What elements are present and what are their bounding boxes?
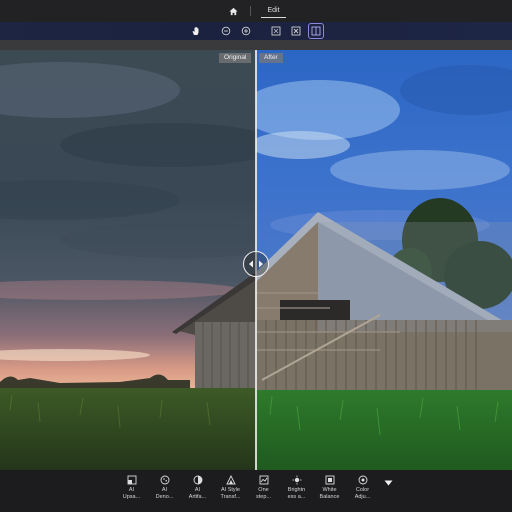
nav-separator: [250, 6, 252, 16]
tool-white-balance[interactable]: White Balance: [315, 475, 344, 500]
style-transfer-icon: [225, 475, 236, 485]
hand-icon[interactable]: [189, 24, 203, 38]
compare-slider-handle[interactable]: [243, 251, 269, 277]
drag-arrows-icon: [249, 260, 263, 268]
color-adjust-icon: [358, 475, 368, 485]
zoom-out-icon[interactable]: [219, 24, 233, 38]
tool-ai-upscale[interactable]: AI Upsa...: [117, 475, 146, 500]
tool-color-adjust[interactable]: Color Adju...: [348, 475, 377, 500]
ai-tools-bar: AI Upsa... AI Deno... AI Artifa... AI St…: [0, 470, 512, 512]
after-label: After: [259, 53, 283, 63]
canvas-header-strip: [0, 40, 512, 50]
view-toolbar: [0, 22, 512, 40]
zoom-in-icon[interactable]: [239, 24, 253, 38]
fit-screen-icon[interactable]: [269, 24, 283, 38]
tool-ai-denoise[interactable]: AI Deno...: [150, 475, 179, 500]
upscale-icon: [127, 475, 137, 485]
home-icon[interactable]: [226, 4, 240, 18]
tool-one-step[interactable]: One step...: [249, 475, 278, 500]
one-step-icon: [259, 475, 269, 485]
original-label: Original: [219, 53, 252, 63]
artifact-icon: [193, 475, 203, 485]
tool-brightness[interactable]: Brightn ess a...: [282, 475, 311, 500]
tab-edit[interactable]: Edit: [261, 5, 286, 18]
tool-ai-artifact[interactable]: AI Artifa...: [183, 475, 212, 500]
split-compare-icon[interactable]: [308, 23, 324, 39]
top-nav: Edit: [0, 0, 512, 22]
fullscreen-icon[interactable]: [289, 24, 303, 38]
chevron-down-icon[interactable]: [381, 475, 395, 486]
tool-ai-style-transfer[interactable]: AI Style Transf...: [216, 475, 245, 500]
denoise-icon: [160, 475, 170, 485]
brightness-icon: [292, 475, 302, 485]
white-balance-icon: [325, 475, 335, 485]
